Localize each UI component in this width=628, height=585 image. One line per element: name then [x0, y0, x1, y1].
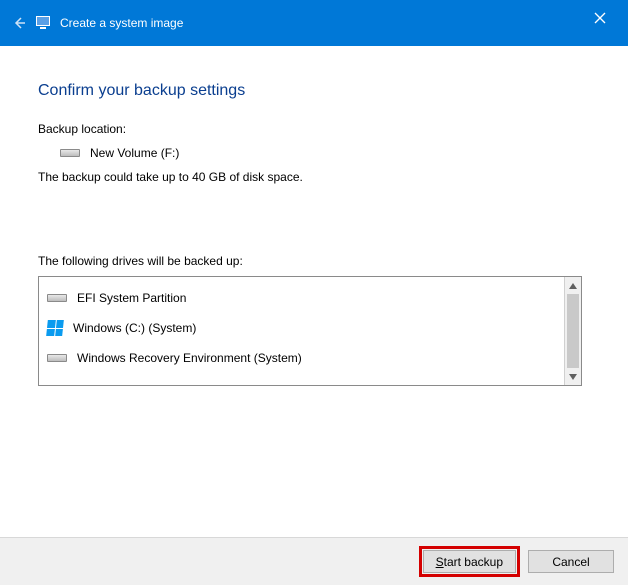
backup-location-label: Backup location: — [38, 122, 590, 136]
drive-name: Windows (C:) (System) — [73, 321, 196, 335]
drive-icon — [47, 292, 67, 304]
app-icon — [36, 15, 52, 31]
drive-icon — [47, 352, 67, 364]
drives-label: The following drives will be backed up: — [38, 254, 590, 268]
start-backup-button[interactable]: Start backup — [423, 550, 516, 573]
list-item[interactable]: Windows Recovery Environment (System) — [43, 343, 560, 373]
scroll-up-icon[interactable] — [565, 277, 581, 294]
back-icon[interactable] — [12, 16, 26, 30]
tutorial-highlight: Start backup — [419, 546, 520, 577]
drive-name: Windows Recovery Environment (System) — [77, 351, 302, 365]
drive-icon — [60, 147, 80, 159]
backup-location-value: New Volume (F:) — [90, 146, 179, 160]
list-item[interactable]: EFI System Partition — [43, 283, 560, 313]
list-item[interactable]: Windows (C:) (System) — [43, 313, 560, 343]
page-heading: Confirm your backup settings — [38, 82, 590, 100]
scrollbar[interactable] — [564, 277, 581, 385]
titlebar: Create a system image — [0, 0, 628, 46]
windows-icon — [46, 320, 64, 336]
size-estimate: The backup could take up to 40 GB of dis… — [38, 170, 590, 184]
content-area: Confirm your backup settings Backup loca… — [0, 46, 628, 386]
backup-location-row: New Volume (F:) — [60, 146, 590, 160]
scroll-thumb[interactable] — [567, 294, 579, 368]
drives-list-box: EFI System Partition Windows (C:) (Syste… — [38, 276, 582, 386]
dialog-footer: Start backup Cancel — [0, 537, 628, 585]
cancel-button[interactable]: Cancel — [528, 550, 614, 573]
drives-list: EFI System Partition Windows (C:) (Syste… — [39, 277, 564, 385]
close-button[interactable] — [586, 8, 614, 28]
window-title: Create a system image — [60, 16, 183, 30]
scroll-down-icon[interactable] — [565, 368, 581, 385]
drive-name: EFI System Partition — [77, 291, 186, 305]
